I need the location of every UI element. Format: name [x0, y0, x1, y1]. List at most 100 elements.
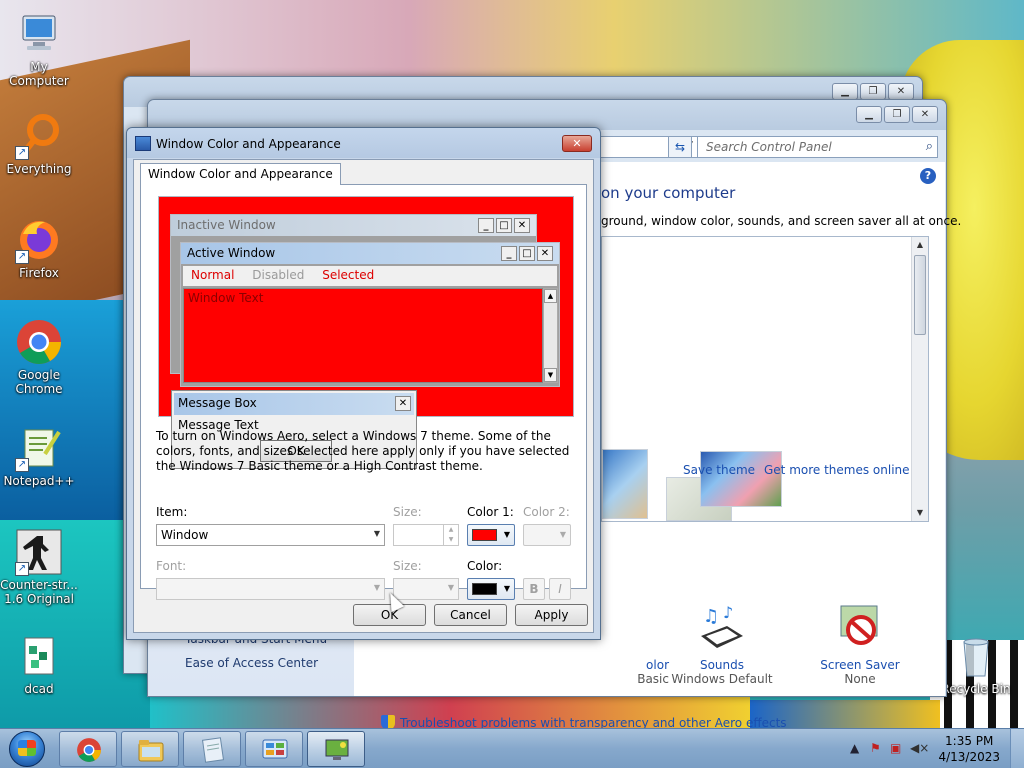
minimize-button[interactable]: ▁: [832, 83, 858, 100]
tile-sounds[interactable]: ♫ ♪ Sounds Windows Default: [662, 602, 782, 686]
action-center-icon[interactable]: ⚑: [870, 741, 881, 755]
control-panel-icon: [261, 737, 289, 763]
font-select[interactable]: ▼: [156, 578, 385, 600]
scroll-down-icon: ▼: [544, 368, 557, 382]
svg-text:♫: ♫: [703, 606, 719, 627]
spin-down-icon[interactable]: ▼: [443, 535, 458, 545]
tab-window-color-appearance[interactable]: Window Color and Appearance: [140, 163, 341, 185]
shortcut-arrow-icon: ↗: [15, 458, 29, 472]
refresh-icon: ⇆: [674, 140, 686, 154]
network-icon[interactable]: ▣: [890, 741, 901, 755]
search-icon[interactable]: ⌕: [926, 139, 933, 154]
tile-screen-saver[interactable]: Screen Saver None: [800, 602, 920, 686]
minimize-button[interactable]: ▁: [856, 106, 882, 123]
show-desktop-button[interactable]: [1010, 729, 1024, 768]
chevron-down-icon: ▼: [559, 530, 566, 539]
sidebar-link-ease-of-access[interactable]: Ease of Access Center: [185, 656, 318, 670]
dialog-window-icon: [135, 136, 151, 151]
close-button[interactable]: ✕: [912, 106, 938, 123]
color1-swatch: [472, 529, 497, 541]
size-label: Size:: [393, 505, 422, 519]
color1-picker[interactable]: ▼: [467, 524, 515, 546]
maximize-button[interactable]: ❐: [884, 106, 910, 123]
font-color-swatch: [472, 583, 497, 595]
save-theme-link[interactable]: Save theme: [683, 463, 755, 477]
chrome-icon: [15, 318, 63, 366]
dcad-icon: [15, 632, 63, 680]
recycle-bin-icon: [952, 632, 1000, 680]
taskbar: ▲ ⚑ ▣ ◀× 1:35 PM 4/13/2023: [0, 728, 1024, 768]
close-icon: ✕: [395, 396, 411, 411]
taskbar-personalization[interactable]: [307, 731, 365, 767]
item-select[interactable]: Window ▼: [156, 524, 385, 546]
firefox-icon: ↗: [15, 216, 63, 264]
desktop-icon-google-chrome[interactable]: Google Chrome: [0, 318, 78, 396]
taskbar-notepad[interactable]: [183, 731, 241, 767]
preview-active-window[interactable]: Active Window _ □ ✕ Normal Disabled Sele…: [180, 242, 560, 387]
desktop-icon-counter-strike[interactable]: ↗ Counter-str... 1.6 Original: [0, 528, 78, 606]
search-placeholder: Search Control Panel: [706, 140, 832, 154]
font-size-select[interactable]: ▼: [393, 578, 459, 600]
theme-list-scrollbar[interactable]: ▲ ▼: [911, 237, 928, 521]
everything-search-icon: ↗: [15, 112, 63, 160]
desktop-icon-firefox[interactable]: ↗ Firefox: [0, 216, 78, 280]
theme-thumbnail[interactable]: [700, 451, 782, 507]
scroll-down-icon[interactable]: ▼: [912, 505, 928, 521]
get-more-themes-link[interactable]: Get more themes online: [764, 463, 910, 477]
cancel-button[interactable]: Cancel: [434, 604, 507, 626]
start-button[interactable]: [4, 730, 52, 768]
dialog-title: Window Color and Appearance: [156, 137, 341, 151]
chevron-down-icon: ▼: [447, 583, 454, 592]
maximize-button[interactable]: ❐: [860, 83, 886, 100]
theme-thumbnail[interactable]: [602, 449, 648, 519]
taskbar-explorer[interactable]: [121, 731, 179, 767]
desktop-icon-everything[interactable]: ↗ Everything: [0, 112, 78, 176]
system-clock[interactable]: 1:35 PM 4/13/2023: [938, 733, 1000, 765]
close-button[interactable]: ✕: [888, 83, 914, 100]
desktop-icon-dcad[interactable]: dcad: [0, 632, 78, 696]
preview-active-titlebar: Active Window _ □ ✕: [181, 243, 559, 264]
size-stepper[interactable]: ▲ ▼: [393, 524, 459, 546]
desktop-icon-notepad-plus-plus[interactable]: ↗ Notepad++: [0, 424, 78, 488]
chrome-icon: [75, 737, 103, 763]
color2-label: Color 2:: [523, 505, 570, 519]
item-label: Item:: [156, 505, 188, 519]
scroll-up-icon[interactable]: ▲: [912, 237, 928, 253]
system-tray: ▲ ⚑ ▣ ◀× 1:35 PM 4/13/2023: [834, 729, 1024, 768]
appearance-preview[interactable]: Inactive Window _ □ ✕ Active Window _ □: [158, 196, 574, 417]
refresh-button[interactable]: ⇆: [668, 136, 692, 158]
dialog-body: Window Color and Appearance Inactive Win…: [133, 159, 594, 633]
clock-date: 4/13/2023: [938, 750, 1000, 764]
chevron-down-icon: ▼: [373, 529, 380, 538]
preview-menu-disabled[interactable]: Disabled: [252, 268, 304, 282]
help-icon[interactable]: ?: [920, 168, 936, 184]
desktop-icon-recycle-bin[interactable]: Recycle Bin: [937, 632, 1015, 696]
search-input[interactable]: Search Control Panel ⌕: [697, 136, 938, 158]
apply-button[interactable]: Apply: [515, 604, 588, 626]
chevron-down-icon: ▼: [503, 584, 510, 593]
window-color-appearance-dialog: Window Color and Appearance ✕ Window Col…: [126, 127, 601, 640]
volume-muted-icon[interactable]: ◀×: [910, 741, 929, 755]
sounds-icon: ♫ ♪: [697, 602, 747, 652]
theme-list[interactable]: ▲ ▼: [601, 236, 929, 522]
chevron-up-icon[interactable]: ▲: [850, 741, 859, 755]
preview-inactive-titlebar: Inactive Window _ □ ✕: [171, 215, 536, 236]
color2-picker[interactable]: ▼: [523, 524, 571, 546]
preview-menu-selected[interactable]: Selected: [322, 268, 374, 282]
bold-button[interactable]: B: [523, 578, 545, 600]
italic-button[interactable]: I: [549, 578, 571, 600]
taskbar-chrome[interactable]: [59, 731, 117, 767]
display-settings-icon: [323, 737, 351, 763]
font-size-label: Size:: [393, 559, 422, 573]
folder-icon: [137, 737, 165, 763]
desktop-icon-my-computer[interactable]: My Computer: [0, 10, 78, 88]
preview-scrollbar[interactable]: ▲ ▼: [543, 288, 558, 383]
font-color-picker[interactable]: ▼: [467, 578, 515, 600]
scroll-thumb[interactable]: [914, 255, 926, 335]
spin-up-icon[interactable]: ▲: [443, 525, 458, 535]
preview-window-text[interactable]: Window Text: [183, 288, 543, 383]
preview-menu-normal[interactable]: Normal: [191, 268, 234, 282]
taskbar-control-panel[interactable]: [245, 731, 303, 767]
dialog-close-button[interactable]: ✕: [562, 135, 592, 152]
tab-page: Inactive Window _ □ ✕ Active Window _ □: [140, 184, 587, 600]
